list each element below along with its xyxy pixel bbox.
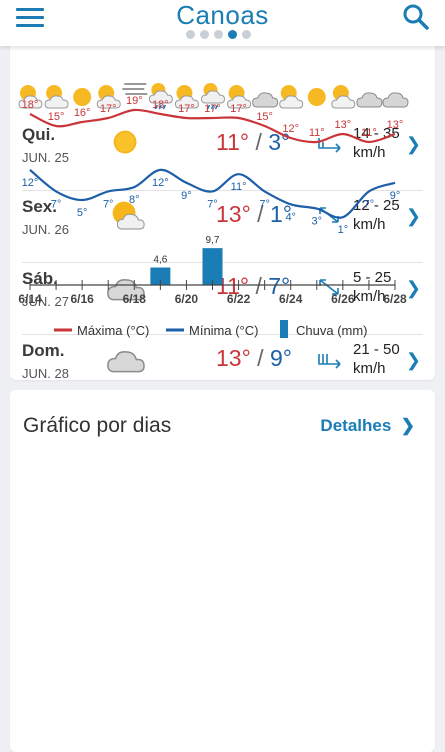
header-bar: Canoas: [0, 0, 445, 46]
partly-cloudy-icon: [44, 85, 69, 109]
x-tick-label: 6/24: [279, 292, 303, 306]
min-temp-label: 1°: [338, 224, 349, 236]
legend-rain-label: Chuva (mm): [296, 323, 368, 338]
min-temp-label: 7°: [207, 198, 218, 210]
max-temp-label: 18°: [152, 99, 169, 111]
max-temp-label: 17°: [100, 103, 117, 115]
max-temp-label: 19°: [126, 95, 143, 107]
min-temp-label: 5°: [77, 207, 88, 219]
min-temp-label: 7°: [259, 198, 270, 210]
chart-title: Gráfico por dias: [23, 414, 172, 437]
max-temp-label: 18°: [22, 99, 39, 111]
rain-bar: [202, 248, 223, 285]
min-temp-label: 9°: [390, 190, 401, 202]
max-temp-label: 12°: [282, 123, 299, 135]
max-temp-label: 11°: [361, 127, 377, 139]
cloud-icon: [252, 92, 279, 108]
wind-unit: km/h: [353, 360, 386, 377]
sun-icon: [73, 88, 92, 106]
min-temp-label: 4°: [285, 211, 296, 223]
cloud-icon: [382, 92, 409, 108]
max-temp-label: 11°: [309, 127, 325, 139]
legend-max-label: Máxima (°C): [77, 323, 149, 338]
details-button[interactable]: Detalhes ❯: [320, 416, 415, 436]
min-temp-label: 3°: [312, 216, 323, 228]
x-tick-label: 6/18: [123, 292, 147, 306]
min-temp-label: 7°: [51, 198, 62, 210]
fog-icon: [122, 83, 148, 95]
x-tick-label: 6/16: [70, 292, 94, 306]
page-dot[interactable]: [214, 30, 223, 39]
max-temp-label: 17°: [178, 103, 195, 115]
cloud-icon: [356, 92, 383, 108]
search-icon[interactable]: [401, 2, 431, 32]
page-dot-active[interactable]: [228, 30, 237, 39]
legend-min-label: Mínima (°C): [189, 323, 258, 338]
max-temp-label: 15°: [256, 111, 273, 123]
x-tick-label: 6/28: [383, 292, 407, 306]
x-tick-label: 6/20: [175, 292, 199, 306]
rain-label: 4,6: [153, 255, 167, 266]
date-label: JUN. 28: [22, 366, 69, 380]
max-temp-label: 13°: [335, 119, 352, 131]
page-dot[interactable]: [200, 30, 209, 39]
min-temp-label: 11°: [231, 181, 247, 193]
min-temp-label: 12°: [152, 177, 169, 189]
min-temp-label: 7°: [103, 198, 114, 210]
min-temp-label: 8°: [129, 194, 140, 206]
page-dot[interactable]: [242, 30, 251, 39]
sun-icon: [307, 88, 326, 106]
chevron-right-icon: ❯: [400, 416, 415, 435]
partly-cloudy-icon: [279, 85, 304, 109]
page-indicator: [186, 30, 251, 39]
max-temp-label: 13°: [387, 119, 404, 131]
max-temp-label: 16°: [74, 107, 91, 119]
details-label[interactable]: Detalhes: [320, 416, 391, 435]
rain-label: 9,7: [206, 235, 220, 246]
min-temp-label: 9°: [181, 190, 192, 202]
page-dot[interactable]: [186, 30, 195, 39]
page-title: Canoas: [176, 0, 269, 30]
max-temp-label: 17°: [204, 103, 221, 115]
partly-cloudy-icon: [331, 85, 356, 109]
daily-chart: 18° 15° 16° 17° 19° 18° 17° 17° 17° 15° 12° 11° 13° 1…: [18, 83, 409, 338]
max-temp-label: 17°: [230, 103, 247, 115]
chart-card: Gráfico por dias Detalhes ❯: [10, 390, 435, 752]
x-tick-label: 6/22: [227, 292, 251, 306]
min-temp-label: 7°: [364, 198, 375, 210]
legend-rain-swatch: [280, 320, 288, 338]
min-temp-label: 12°: [22, 177, 39, 189]
max-temp-label: 15°: [48, 111, 65, 123]
x-tick-label: 6/14: [18, 292, 42, 306]
x-tick-label: 6/26: [331, 292, 355, 306]
